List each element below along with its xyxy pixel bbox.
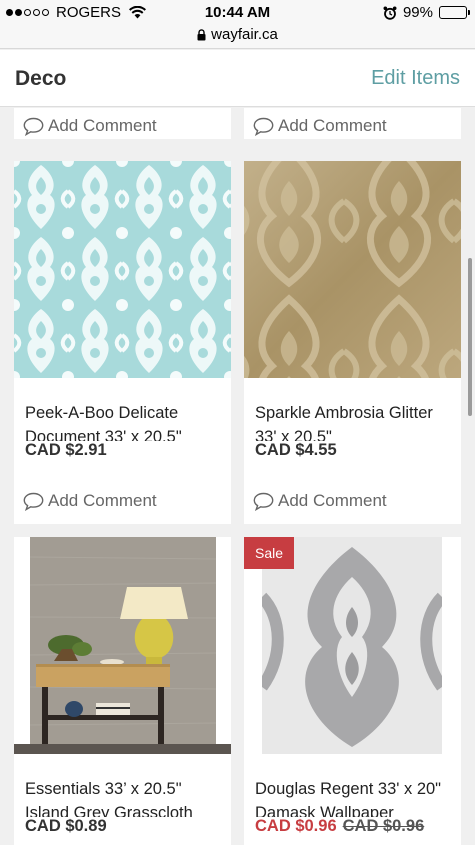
app-header: Deco Edit Items — [0, 50, 475, 107]
lock-icon — [197, 28, 206, 40]
comment-icon — [253, 492, 274, 511]
sale-badge: Sale — [244, 537, 295, 569]
add-comment-label: Add Comment — [278, 116, 387, 135]
battery-icon — [439, 6, 470, 19]
comment-icon — [23, 492, 44, 511]
product-card[interactable]: Essentials 33’ x 20.5" Island Grey Grass… — [14, 537, 231, 845]
status-right: 99% — [383, 4, 470, 21]
add-comment-button[interactable]: Add Comment — [23, 116, 157, 136]
product-price: CAD $4.55 — [255, 441, 337, 459]
product-image-grey-damask[interactable] — [244, 537, 461, 754]
product-card-partial: Add Comment — [244, 108, 461, 139]
product-card-partial: Add Comment — [14, 108, 231, 139]
comment-icon — [23, 117, 44, 136]
product-name[interactable]: Douglas Regent 33' x 20" Damask Wallpape… — [255, 777, 455, 817]
add-comment-button[interactable]: Add Comment — [23, 491, 157, 511]
scrollbar[interactable] — [468, 258, 472, 416]
add-comment-button[interactable]: Add Comment — [253, 491, 387, 511]
product-name[interactable]: Peek-A-Boo Delicate Document 33' x 20.5" — [25, 401, 225, 441]
product-price: CAD $0.89 — [25, 817, 107, 835]
battery-percent: 99% — [402, 4, 433, 21]
status-bar: ROGERS 10:44 AM 99% — [0, 0, 475, 25]
edit-items-button[interactable]: Edit Items — [371, 67, 460, 90]
product-card[interactable]: Peek-A-Boo Delicate Document 33' x 20.5"… — [14, 161, 231, 524]
product-image-teal-damask[interactable] — [14, 161, 231, 378]
product-image-grasscloth-room[interactable] — [14, 537, 231, 754]
add-comment-button[interactable]: Add Comment — [253, 116, 387, 136]
product-price: CAD $0.96 CAD $0.96 — [255, 817, 424, 836]
product-name[interactable]: Essentials 33’ x 20.5" Island Grey Grass… — [25, 777, 225, 817]
product-card[interactable]: Sparkle Ambrosia Glitter 33' x 20.5" CAD… — [244, 161, 461, 524]
product-card[interactable]: Sale Douglas Regent 33' x 20" Damask Wal… — [244, 537, 461, 845]
product-name[interactable]: Sparkle Ambrosia Glitter 33' x 20.5" — [255, 401, 455, 441]
comment-icon — [253, 117, 274, 136]
alarm-icon — [383, 6, 397, 20]
url-bar[interactable]: wayfair.ca — [0, 25, 475, 49]
url-domain: wayfair.ca — [211, 26, 278, 43]
product-image-gold-damask[interactable] — [244, 161, 461, 378]
sale-price: CAD $0.96 — [255, 817, 337, 835]
add-comment-label: Add Comment — [48, 491, 157, 510]
add-comment-label: Add Comment — [278, 491, 387, 510]
product-grid: Add Comment Add Comment Peek-A-Boo Delic… — [0, 108, 475, 845]
add-comment-label: Add Comment — [48, 116, 157, 135]
page-title: Deco — [15, 67, 67, 90]
original-price: CAD $0.96 — [342, 817, 425, 835]
product-price: CAD $2.91 — [25, 441, 107, 459]
